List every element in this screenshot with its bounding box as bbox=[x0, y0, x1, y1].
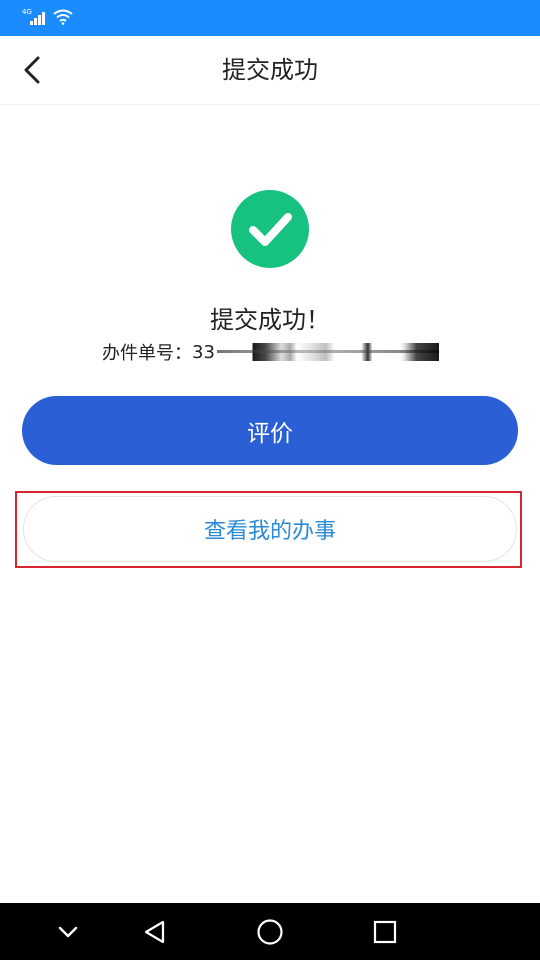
page-title: 提交成功 bbox=[222, 56, 318, 84]
system-nav-bar bbox=[0, 903, 540, 960]
ticket-number-prefix: 33 bbox=[192, 341, 215, 363]
ticket-number-label: 办件单号： bbox=[102, 343, 192, 364]
ticket-number-redacted bbox=[216, 343, 439, 361]
recents-square-icon bbox=[373, 920, 397, 944]
screen: 4G 提交成功 提交成功！ 办件单号： 33 评价 查看我的办事 bbox=[0, 0, 540, 960]
nav-back-button[interactable] bbox=[140, 917, 170, 947]
back-triangle-icon bbox=[144, 920, 165, 944]
back-button[interactable] bbox=[14, 52, 50, 88]
nav-recents-button[interactable] bbox=[370, 917, 400, 947]
check-circle-icon bbox=[231, 190, 309, 268]
success-message: 提交成功！ bbox=[210, 306, 330, 334]
evaluate-button[interactable]: 评价 bbox=[22, 396, 518, 465]
wifi-icon bbox=[53, 9, 73, 25]
status-bar: 4G bbox=[0, 0, 540, 36]
header: 提交成功 bbox=[0, 36, 540, 105]
chevron-down-icon bbox=[58, 926, 78, 938]
signal-icon bbox=[30, 12, 45, 25]
nav-collapse-button[interactable] bbox=[53, 917, 83, 947]
view-my-affairs-button[interactable]: 查看我的办事 bbox=[23, 496, 517, 562]
home-circle-icon bbox=[257, 919, 283, 945]
chevron-left-icon bbox=[24, 56, 40, 84]
nav-home-button[interactable] bbox=[255, 917, 285, 947]
ticket-number-row: 办件单号： 33 bbox=[102, 340, 439, 364]
